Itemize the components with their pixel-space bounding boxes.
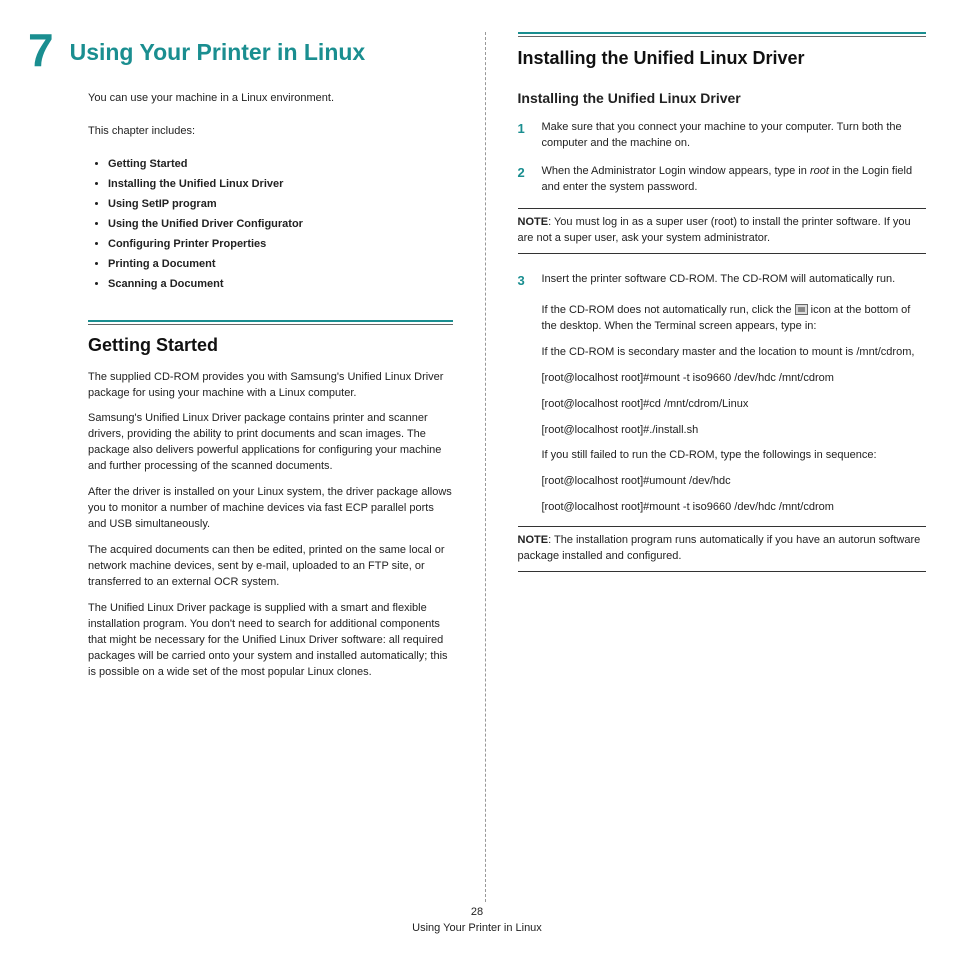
command-text: [root@localhost root]#umount /dev/hdc: [542, 474, 927, 490]
body-paragraph: After the driver is installed on your Li…: [88, 485, 453, 533]
step: 2 When the Administrator Login window ap…: [518, 164, 927, 196]
table-of-contents: Getting Started Installing the Unified L…: [88, 158, 453, 290]
note-text: : The installation program runs automati…: [518, 534, 921, 562]
step-text: Insert the printer software CD-ROM. The …: [542, 272, 927, 291]
toc-item: Installing the Unified Linux Driver: [108, 178, 453, 190]
step-text: Make sure that you connect your machine …: [542, 120, 927, 152]
toc-item: Printing a Document: [108, 258, 453, 270]
note-box: NOTE: You must log in as a super user (r…: [518, 208, 927, 254]
step-text: When the Administrator Login window appe…: [542, 164, 927, 196]
chapter-intro: You can use your machine in a Linux envi…: [88, 91, 453, 140]
body-paragraph: The Unified Linux Driver package is supp…: [88, 601, 453, 681]
toc-item: Scanning a Document: [108, 278, 453, 290]
step-number: 1: [518, 120, 532, 152]
chapter-number: 7: [28, 32, 54, 69]
page-number: 28: [0, 905, 954, 920]
toc-item: Configuring Printer Properties: [108, 238, 453, 250]
getting-started-body: The supplied CD-ROM provides you with Sa…: [88, 370, 453, 681]
body-paragraph: Samsung's Unified Linux Driver package c…: [88, 411, 453, 475]
note-label: NOTE: [518, 534, 549, 546]
note-text: : You must log in as a super user (root)…: [518, 216, 911, 244]
step-number: 3: [518, 272, 532, 291]
instruction-text: If the CD-ROM does not automatically run…: [542, 303, 927, 335]
subsection-title: Installing the Unified Linux Driver: [518, 90, 927, 106]
command-text: [root@localhost root]#./install.sh: [542, 423, 927, 439]
section-title-getting-started: Getting Started: [88, 335, 453, 356]
chapter-header: 7 Using Your Printer in Linux: [28, 32, 453, 69]
section-rule: [518, 32, 927, 37]
step-number: 2: [518, 164, 532, 196]
note-label: NOTE: [518, 216, 549, 228]
terminal-icon: [795, 304, 808, 315]
toc-item: Getting Started: [108, 158, 453, 170]
terminal-instructions: If the CD-ROM does not automatically run…: [542, 303, 927, 516]
toc-item: Using SetIP program: [108, 198, 453, 210]
footer-caption: Using Your Printer in Linux: [0, 921, 954, 936]
body-paragraph: The supplied CD-ROM provides you with Sa…: [88, 370, 453, 402]
section-title-installing: Installing the Unified Linux Driver: [518, 47, 927, 70]
page-footer: 28 Using Your Printer in Linux: [0, 905, 954, 936]
command-text: [root@localhost root]#cd /mnt/cdrom/Linu…: [542, 397, 927, 413]
step: 3 Insert the printer software CD-ROM. Th…: [518, 272, 927, 291]
intro-text: You can use your machine in a Linux envi…: [88, 91, 453, 106]
note-box: NOTE: The installation program runs auto…: [518, 526, 927, 572]
left-column: 7 Using Your Printer in Linux You can us…: [28, 32, 453, 902]
command-text: [root@localhost root]#mount -t iso9660 /…: [542, 500, 927, 516]
section-rule: [88, 320, 453, 325]
body-paragraph: The acquired documents can then be edite…: [88, 543, 453, 591]
right-column: Installing the Unified Linux Driver Inst…: [485, 32, 927, 902]
toc-item: Using the Unified Driver Configurator: [108, 218, 453, 230]
install-steps: 1 Make sure that you connect your machin…: [518, 120, 927, 196]
emphasis: root: [810, 165, 829, 177]
instruction-text: If the CD-ROM is secondary master and th…: [542, 345, 927, 361]
intro-includes: This chapter includes:: [88, 124, 453, 139]
command-text: [root@localhost root]#mount -t iso9660 /…: [542, 371, 927, 387]
instruction-text: If you still failed to run the CD-ROM, t…: [542, 448, 927, 464]
chapter-title: Using Your Printer in Linux: [70, 32, 366, 67]
install-steps-cont: 3 Insert the printer software CD-ROM. Th…: [518, 272, 927, 291]
step: 1 Make sure that you connect your machin…: [518, 120, 927, 152]
